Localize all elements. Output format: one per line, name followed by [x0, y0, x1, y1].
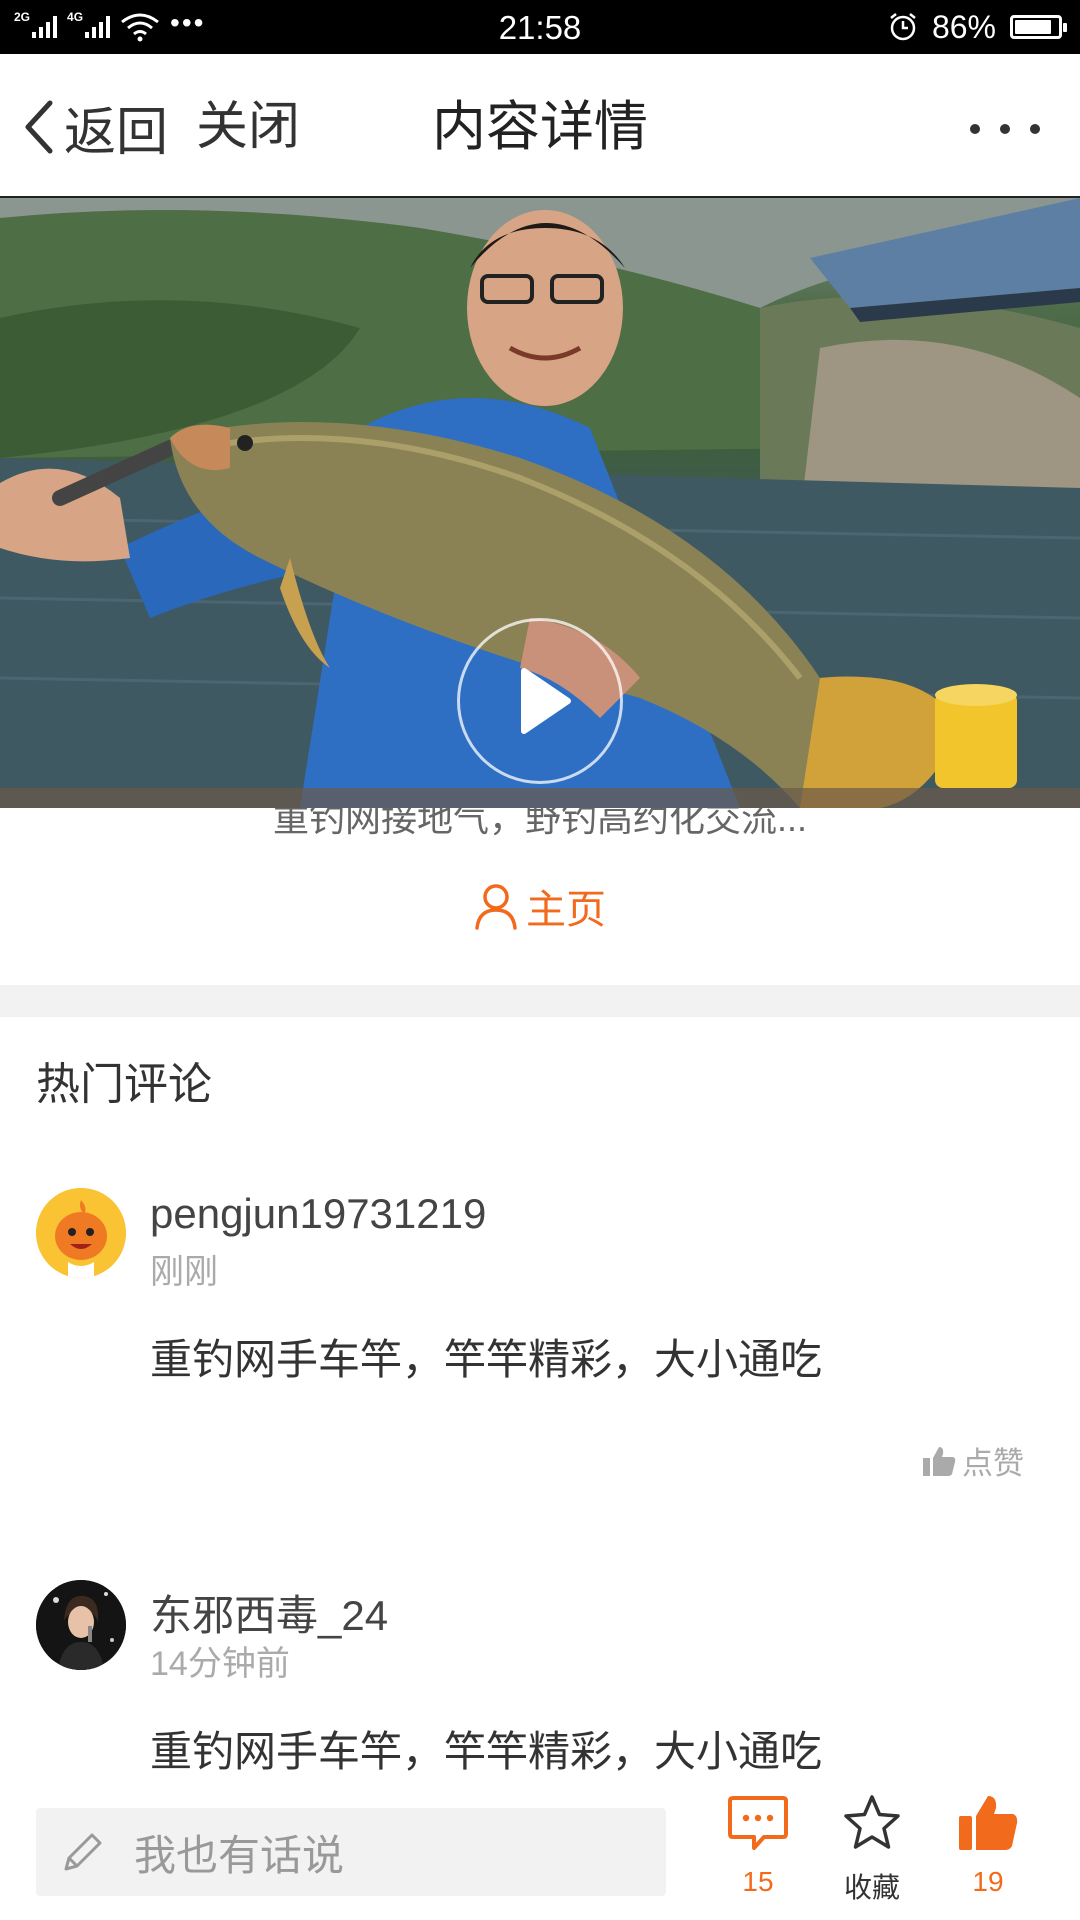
back-label: 返回 [64, 103, 169, 162]
comment-username[interactable]: pengjun19731219 [150, 1190, 486, 1238]
play-button[interactable] [457, 618, 623, 784]
play-icon [521, 668, 571, 734]
pencil-icon [64, 1833, 102, 1871]
thumbs-up-icon [923, 1446, 956, 1476]
like-count: 19 [972, 1866, 1004, 1897]
avatar[interactable] [36, 1188, 126, 1278]
comment-bubble-icon [728, 1796, 788, 1850]
battery-icon [1010, 15, 1067, 39]
like-label: 点赞 [962, 1446, 1024, 1481]
chevron-left-icon [25, 100, 53, 154]
homepage-label: 主页 [526, 888, 606, 932]
alarm-icon [890, 13, 916, 41]
comment-input[interactable]: 我也有话说 [36, 1808, 666, 1896]
comment-text: 重钓网手车竿，竿竿精彩，大小通吃 [150, 1728, 823, 1775]
close-button[interactable]: 关闭 [196, 94, 300, 160]
comment-input-placeholder: 我也有话说 [134, 1831, 345, 1879]
comment-time: 14分钟前 [150, 1645, 290, 1683]
dot-icon [970, 124, 980, 134]
battery-percent: 86% [931, 8, 996, 45]
comment-username[interactable]: 东邪西毒_24 [150, 1582, 388, 1643]
like-comment-button[interactable]: 点赞 [922, 1438, 1024, 1483]
dot-icon [1000, 124, 1010, 134]
status-bar: 2G 4G ••• 21:58 86% [0, 0, 1080, 54]
homepage-link[interactable]: 主页 [0, 876, 1080, 936]
favorite-button[interactable]: 收藏 [812, 1794, 932, 1914]
comment-time: 刚刚 [150, 1253, 218, 1291]
user-photo-avatar [36, 1580, 126, 1670]
video-description-text: 重钓网接地气，野钓高约化交流... [272, 808, 807, 838]
back-button[interactable]: 返回 [20, 94, 168, 162]
comment-text: 重钓网手车竿，竿竿精彩，大小通吃 [150, 1336, 823, 1383]
favorite-label: 收藏 [843, 1872, 900, 1903]
thumbs-up-filled-icon [959, 1796, 1018, 1850]
star-icon [844, 1795, 900, 1849]
top-nav-bar: 返回 关闭 内容详情 [0, 54, 1080, 198]
like-button[interactable]: 19 [928, 1794, 1048, 1914]
comment-count: 15 [742, 1866, 774, 1897]
section-divider [0, 985, 1080, 1017]
mascot-avatar-icon [36, 1188, 126, 1278]
comments-button[interactable]: 15 [698, 1794, 818, 1914]
hot-comments-title: 热门评论 [36, 1060, 212, 1109]
user-icon [475, 884, 517, 930]
video-description: 重钓网接地气，野钓高约化交流... [0, 808, 1080, 838]
video-player[interactable] [0, 198, 1080, 808]
dot-icon [1030, 124, 1040, 134]
bottom-action-bar: 我也有话说 15 收藏 19 [0, 1780, 1080, 1920]
more-options-button[interactable] [970, 114, 1040, 144]
avatar[interactable] [36, 1580, 126, 1670]
